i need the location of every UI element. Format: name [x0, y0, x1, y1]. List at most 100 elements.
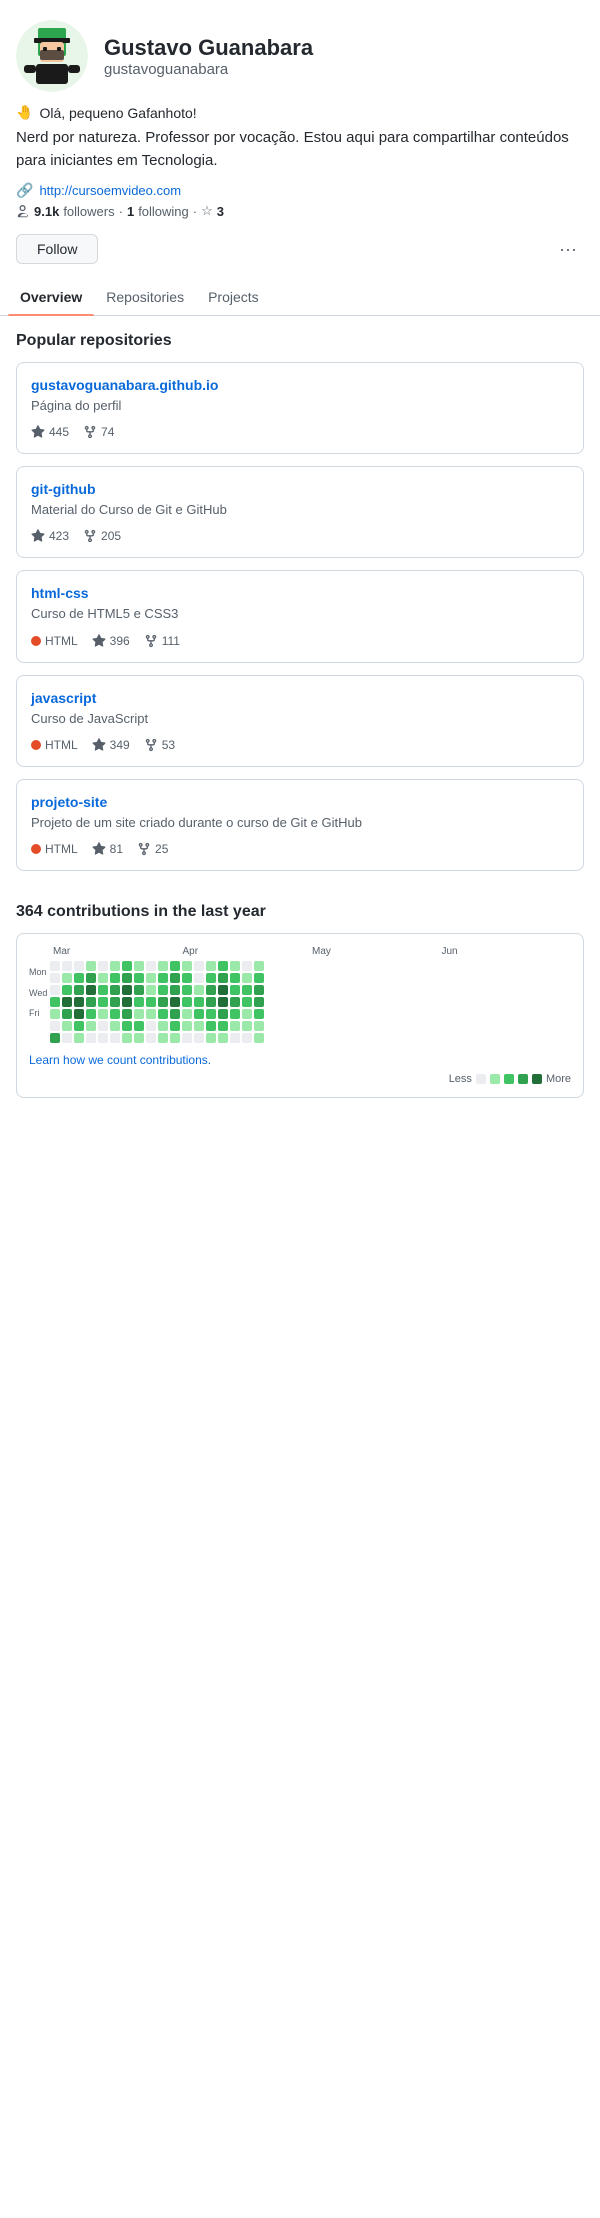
repo-forks: 53: [144, 738, 175, 752]
tab-projects[interactable]: Projects: [196, 279, 271, 315]
day-cell: [170, 973, 180, 983]
day-cell: [242, 985, 252, 995]
repo-forks: 111: [144, 634, 180, 648]
repo-stars: 349: [92, 738, 130, 752]
repo-cards-container: gustavoguanabara.github.io Página do per…: [16, 362, 584, 871]
day-cell: [110, 1033, 120, 1043]
day-cell: [98, 961, 108, 971]
following-label: following: [138, 204, 189, 219]
repo-forks: 25: [137, 842, 168, 856]
day-cell: [74, 1009, 84, 1019]
week-col: [122, 961, 132, 1043]
repo-stats: HTML 81 25: [31, 842, 569, 856]
day-cell: [50, 961, 60, 971]
day-cell: [98, 1021, 108, 1031]
repo-stats: 445 74: [31, 425, 569, 439]
lang-dot: [31, 844, 41, 854]
day-cell: [230, 1021, 240, 1031]
month-mar: Mar: [53, 946, 183, 957]
day-cell: [50, 1009, 60, 1019]
day-cell: [158, 973, 168, 983]
day-cell: [182, 1021, 192, 1031]
day-cell: [122, 961, 132, 971]
repo-stats: HTML 396 111: [31, 634, 569, 648]
repo-language: HTML: [31, 738, 78, 752]
day-cell: [98, 1009, 108, 1019]
repo-stars: 423: [31, 529, 69, 543]
contribution-graph: Mar Apr May Jun Mon Wed Fri Learn how we…: [16, 933, 584, 1098]
repo-name[interactable]: javascript: [31, 690, 569, 706]
more-button[interactable]: ···: [552, 233, 584, 265]
day-cell: [110, 973, 120, 983]
tab-overview[interactable]: Overview: [8, 279, 94, 315]
day-cell: [230, 1033, 240, 1043]
day-cell: [146, 973, 156, 983]
day-cell: [254, 997, 264, 1007]
day-cell: [62, 1033, 72, 1043]
day-cell: [50, 1021, 60, 1031]
day-cell: [74, 961, 84, 971]
day-cell: [182, 973, 192, 983]
greeting: 🤚 Olá, pequeno Gafanhoto!: [16, 104, 584, 121]
day-cell: [254, 973, 264, 983]
website-link[interactable]: http://cursoemvideo.com: [39, 183, 181, 198]
day-cell: [254, 1033, 264, 1043]
week-col: [86, 961, 96, 1043]
day-cell: [230, 973, 240, 983]
day-cell: [146, 1033, 156, 1043]
learn-contributions-link[interactable]: Learn how we count contributions.: [29, 1053, 211, 1067]
day-cell: [98, 973, 108, 983]
bio-text: Nerd por natureza. Professor por vocação…: [16, 127, 584, 172]
day-cell: [254, 1009, 264, 1019]
day-cell: [74, 973, 84, 983]
day-cell: [218, 1009, 228, 1019]
follow-button[interactable]: Follow: [16, 234, 98, 264]
day-cell: [110, 961, 120, 971]
day-cell: [242, 961, 252, 971]
day-cell: [146, 961, 156, 971]
day-cell: [206, 1021, 216, 1031]
day-cell: [206, 961, 216, 971]
day-cell: [134, 1009, 144, 1019]
legend-less-label: Less: [449, 1073, 472, 1085]
day-cell: [122, 1033, 132, 1043]
day-cell: [230, 985, 240, 995]
legend-cell-3: [518, 1074, 528, 1084]
legend-cell-4: [532, 1074, 542, 1084]
day-cell: [194, 1033, 204, 1043]
repo-stars: 396: [92, 634, 130, 648]
day-cell: [74, 985, 84, 995]
day-cell: [158, 997, 168, 1007]
repo-name[interactable]: git-github: [31, 481, 569, 497]
day-cell: [206, 985, 216, 995]
day-cell: [242, 1009, 252, 1019]
day-cell: [170, 1033, 180, 1043]
popular-repos-title: Popular repositories: [16, 332, 584, 350]
profile-header: Gustavo Guanabara gustavoguanabara: [0, 0, 600, 92]
repo-language: HTML: [31, 842, 78, 856]
lang-dot: [31, 740, 41, 750]
repo-name[interactable]: projeto-site: [31, 794, 569, 810]
star-icon-small: ☆: [201, 203, 213, 219]
repo-desc: Material do Curso de Git e GitHub: [31, 501, 569, 519]
repo-stars: 81: [92, 842, 123, 856]
week-col: [110, 961, 120, 1043]
day-cell: [242, 1021, 252, 1031]
tab-repositories[interactable]: Repositories: [94, 279, 196, 315]
legend-cell-2: [504, 1074, 514, 1084]
day-wed: Wed: [29, 988, 47, 998]
repo-desc: Curso de HTML5 e CSS3: [31, 605, 569, 623]
repo-card: git-github Material do Curso de Git e Gi…: [16, 466, 584, 558]
legend-cell-1: [490, 1074, 500, 1084]
day-cell: [170, 1009, 180, 1019]
day-cell: [86, 1033, 96, 1043]
day-cell: [218, 997, 228, 1007]
repo-name[interactable]: html-css: [31, 585, 569, 601]
day-labels: Mon Wed Fri: [29, 961, 47, 1043]
day-cell: [98, 997, 108, 1007]
contributions-title: 364 contributions in the last year: [16, 903, 584, 921]
action-row: Follow ···: [0, 219, 600, 279]
day-cell: [194, 961, 204, 971]
repo-name[interactable]: gustavoguanabara.github.io: [31, 377, 569, 393]
day-cell: [194, 1009, 204, 1019]
